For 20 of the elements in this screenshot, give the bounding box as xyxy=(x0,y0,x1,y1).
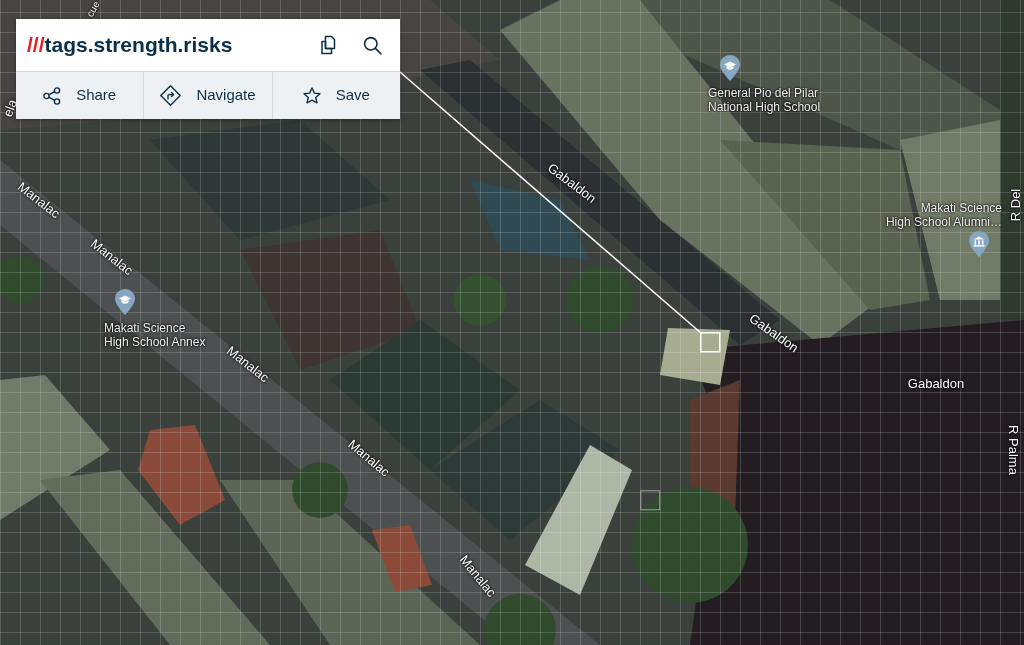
diamond-arrow-icon xyxy=(160,85,182,106)
street-label: Gabaldon xyxy=(907,375,965,391)
navigate-button[interactable]: Navigate xyxy=(144,72,273,119)
street-label: cue xyxy=(85,0,101,19)
copy-icon xyxy=(318,35,338,55)
save-button[interactable]: Save xyxy=(272,72,400,119)
share-icon xyxy=(43,86,62,105)
star-icon xyxy=(302,86,321,105)
street-label: R Del xyxy=(1007,188,1023,222)
graduation-cap-pin-icon[interactable] xyxy=(115,289,135,315)
place-label: General Pio del Pilar National High School xyxy=(708,86,821,114)
place-label: Makati Science High School Annex xyxy=(104,321,206,349)
place-label: Makati Science High School Alumni… xyxy=(885,201,1002,229)
graduation-cap-pin-icon[interactable] xyxy=(720,55,740,81)
search-icon xyxy=(362,35,382,55)
square-marker[interactable] xyxy=(640,490,661,511)
share-button[interactable]: Share xyxy=(16,72,145,119)
address-title: ///tags.strength.risks xyxy=(27,32,233,58)
street-label: R Palma xyxy=(1005,425,1021,475)
landmark-pin-icon[interactable] xyxy=(969,231,989,257)
